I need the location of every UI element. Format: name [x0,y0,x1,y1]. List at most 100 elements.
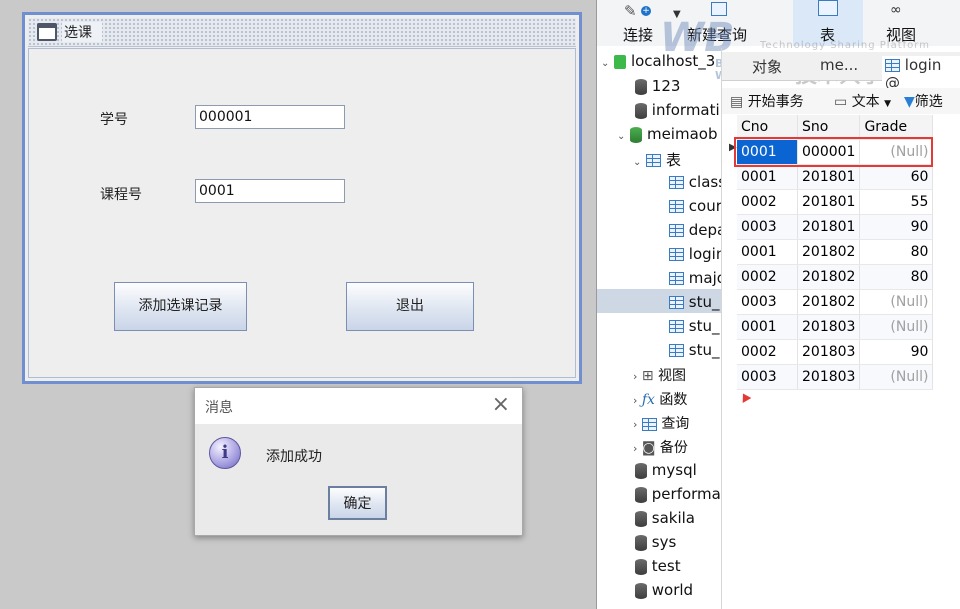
text-icon: ▭ [834,94,848,110]
cell-sno[interactable]: 201801 [797,214,861,240]
tree-db-mysql[interactable]: mysql [635,461,697,479]
cell-cno[interactable]: 0001 [737,314,798,340]
cell-sno[interactable]: 201803 [797,314,861,340]
table-icon [669,344,684,357]
dialog-titlebar[interactable]: 消息 × [195,388,522,424]
chevron-down-icon: ⌄ [617,131,626,142]
chevron-right-icon: › [633,418,638,431]
column-header-grade[interactable]: Grade [859,115,934,140]
table-icon [669,200,684,213]
table-row[interactable]: 0001 201803 (Null) [737,314,934,340]
student-id-field[interactable]: 000001 [195,105,345,129]
cell-sno[interactable]: 201802 [797,264,861,290]
tree-table[interactable]: depa [669,221,721,239]
cell-sno[interactable]: 201801 [797,189,861,215]
table-row[interactable]: 0003 201802 (Null) [737,289,934,315]
query-icon [641,417,657,431]
ok-button[interactable]: 确定 [328,486,387,520]
cell-sno[interactable]: 201803 [797,364,861,390]
cell-grade[interactable]: 90 [859,214,934,240]
connection-label: localhost_3 [630,52,716,70]
table-row[interactable]: 0001 000001 (Null) [737,139,934,165]
info-icon: i [209,437,241,469]
table-icon [818,0,838,16]
add-record-button[interactable]: 添加选课记录 [114,282,247,331]
cell-cno[interactable]: 0001 [737,139,798,165]
window-titlebar[interactable]: 选课 [28,18,576,47]
tree-table[interactable]: class [669,173,721,191]
table-row[interactable]: 0002 201802 80 [737,264,934,290]
course-id-field[interactable]: 0001 [195,179,345,203]
dropdown-arrow-icon[interactable]: ▼ [673,9,681,20]
window-icon [37,23,57,41]
cell-grade[interactable]: (Null) [859,364,934,390]
exit-button[interactable]: 退出 [346,282,474,331]
cell-cno[interactable]: 0002 [737,189,798,215]
tree-connection[interactable]: ⌄ localhost_3 [601,52,715,70]
cell-sno[interactable]: 201803 [797,339,861,365]
cell-cno[interactable]: 0001 [737,164,798,190]
tree-table[interactable]: login [669,245,721,263]
table-row[interactable]: 0001 201802 80 [737,239,934,265]
view-button[interactable]: ∞ 视图 [884,2,924,44]
tree-backups[interactable]: › ◙ 备份 [633,437,688,457]
table-icon [669,224,684,237]
new-query-button[interactable]: 新建查询 [687,2,753,44]
tree-queries[interactable]: › 查询 [633,413,689,433]
table-row[interactable]: 0003 201803 (Null) [737,364,934,390]
cell-grade[interactable]: (Null) [859,289,934,315]
cell-grade[interactable]: 80 [859,264,934,290]
cell-cno[interactable]: 0003 [737,289,798,315]
tree-db-meimao[interactable]: ⌄ meimaob [617,125,717,143]
tree-db-world[interactable]: world [635,581,693,599]
tree-functions[interactable]: › ƒx 函数 [633,389,687,409]
cell-cno[interactable]: 0003 [737,214,798,240]
cell-cno[interactable]: 0003 [737,364,798,390]
table-button[interactable]: 表 [793,0,863,46]
begin-transaction-button[interactable]: ▤ 开始事务 [730,91,804,111]
cell-sno[interactable]: 201801 [797,164,861,190]
tab-login[interactable]: login @ [882,56,960,92]
table-label: 表 [820,26,836,44]
cell-cno[interactable]: 0002 [737,264,798,290]
cell-grade[interactable]: 90 [859,339,934,365]
tree-tables-folder[interactable]: ⌄ 表 [633,149,681,170]
tab-meimao[interactable]: me... [820,56,858,74]
cell-grade[interactable]: 80 [859,239,934,265]
tree-table-selected[interactable]: stu_ [597,289,721,313]
cell-sno[interactable]: 201802 [797,239,861,265]
text-button[interactable]: ▭ 文本 ▼ [834,91,891,111]
tree-db-performance[interactable]: performa [635,485,721,503]
cell-grade[interactable]: 55 [859,189,934,215]
filter-button[interactable]: ▼筛选 [904,91,943,111]
cell-grade[interactable]: 60 [859,164,934,190]
cell-cno[interactable]: 0001 [737,239,798,265]
cell-sno[interactable]: 000001 [797,139,861,165]
table-row[interactable]: 0001 201801 60 [737,164,934,190]
tree-table[interactable]: stu_ [669,317,719,335]
tree-table[interactable]: stu_ [669,341,719,359]
cell-grade[interactable]: (Null) [859,139,934,165]
cell-sno[interactable]: 201802 [797,289,861,315]
tree-db-123[interactable]: 123 [635,77,680,95]
table-row[interactable]: 0003 201801 90 [737,214,934,240]
tab-objects[interactable]: 对象 [752,56,782,77]
tree-views[interactable]: › ⊞ 视图 [633,365,686,385]
table-icon [669,272,684,285]
column-header-sno[interactable]: Sno [797,115,861,140]
close-icon[interactable]: × [492,392,510,418]
cell-cno[interactable]: 0002 [737,339,798,365]
tree-db-information[interactable]: informati [635,101,720,119]
connect-button[interactable]: ✎ + 连接 [619,2,659,44]
table-row[interactable]: 0002 201801 55 [737,189,934,215]
tree-table[interactable]: cour [669,197,721,215]
column-header-cno[interactable]: Cno [737,115,798,140]
views-label: 视图 [658,368,687,384]
table-row[interactable]: 0002 201803 90 [737,339,934,365]
tree-db-sys[interactable]: sys [635,533,676,551]
cell-grade[interactable]: (Null) [859,314,934,340]
tree-db-test[interactable]: test [635,557,681,575]
tree-table[interactable]: majo [669,269,721,287]
tree-db-sakila[interactable]: sakila [635,509,695,527]
chevron-right-icon: › [633,394,638,407]
